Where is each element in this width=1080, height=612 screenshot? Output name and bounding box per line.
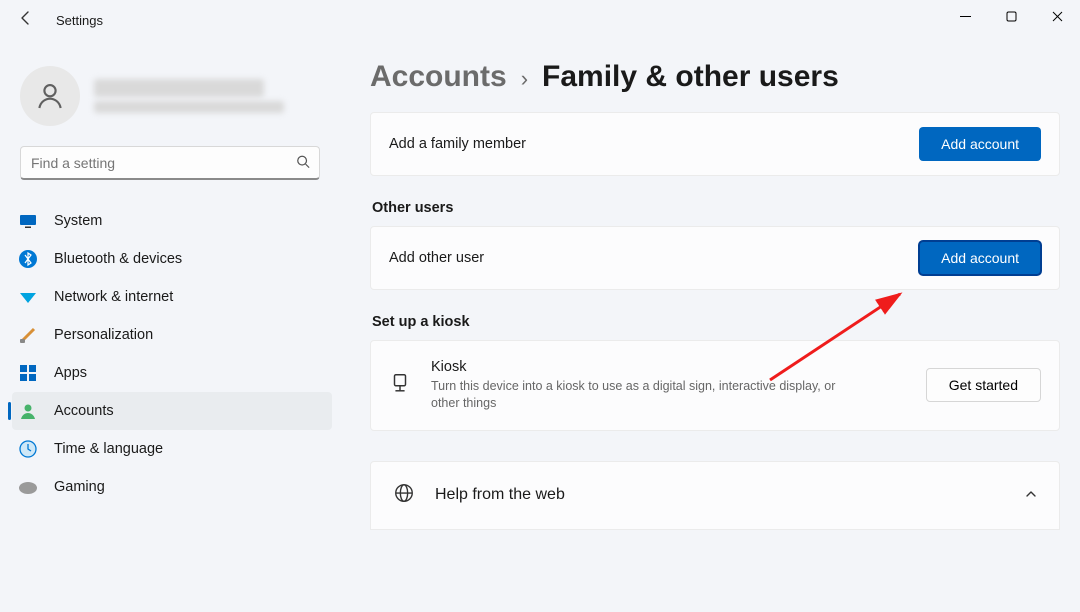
search-input[interactable] (20, 146, 320, 180)
globe-icon (393, 482, 415, 509)
nav-item-network[interactable]: Network & internet (12, 278, 332, 316)
nav-label: Accounts (54, 403, 114, 419)
profile-name-redacted (94, 79, 264, 97)
close-button[interactable] (1034, 0, 1080, 32)
page-title: Family & other users (542, 60, 839, 94)
nav-item-personalization[interactable]: Personalization (12, 316, 332, 354)
window-controls (942, 0, 1080, 32)
chevron-up-icon (1025, 488, 1037, 503)
nav-item-system[interactable]: System (12, 202, 332, 240)
breadcrumb: Accounts › Family & other users (370, 60, 1060, 112)
kiosk-heading: Set up a kiosk (372, 314, 1060, 330)
wifi-icon (18, 287, 38, 307)
bluetooth-icon (18, 249, 38, 269)
user-icon (34, 80, 66, 112)
profile-text (94, 79, 284, 113)
breadcrumb-parent[interactable]: Accounts (370, 60, 507, 94)
add-family-card: Add a family member Add account (370, 112, 1060, 176)
maximize-button[interactable] (988, 0, 1034, 32)
kiosk-card: Kiosk Turn this device into a kiosk to u… (370, 340, 1060, 431)
brush-icon (18, 325, 38, 345)
profile-email-redacted (94, 101, 284, 113)
nav-label: System (54, 213, 102, 229)
nav-item-time[interactable]: Time & language (12, 430, 332, 468)
search-icon (296, 155, 310, 172)
kiosk-card-subtitle: Turn this device into a kiosk to use as … (431, 378, 851, 412)
back-button[interactable] (6, 10, 46, 31)
nav-item-bluetooth[interactable]: Bluetooth & devices (12, 240, 332, 278)
profile-block[interactable] (0, 60, 340, 146)
clock-icon (18, 439, 38, 459)
main-content: Accounts › Family & other users Add a fa… (370, 60, 1060, 612)
avatar (20, 66, 80, 126)
nav-item-gaming[interactable]: Gaming (12, 468, 332, 506)
accounts-icon (18, 401, 38, 421)
add-other-user-label: Add other user (389, 250, 484, 266)
nav-label: Time & language (54, 441, 163, 457)
nav-label: Personalization (54, 327, 153, 343)
nav-label: Bluetooth & devices (54, 251, 182, 267)
apps-icon (18, 363, 38, 383)
minimize-button[interactable] (942, 0, 988, 32)
titlebar: Settings (0, 0, 1080, 40)
search-box[interactable] (20, 146, 320, 180)
chevron-right-icon: › (521, 66, 528, 92)
nav-list: System Bluetooth & devices Network & int… (0, 194, 340, 506)
help-label: Help from the web (435, 486, 565, 504)
add-family-account-button[interactable]: Add account (919, 127, 1041, 161)
add-family-label: Add a family member (389, 136, 526, 152)
nav-label: Gaming (54, 479, 105, 495)
nav-label: Apps (54, 365, 87, 381)
nav-item-apps[interactable]: Apps (12, 354, 332, 392)
add-other-account-button[interactable]: Add account (919, 241, 1041, 275)
add-other-user-card: Add other user Add account (370, 226, 1060, 290)
other-users-heading: Other users (372, 200, 1060, 216)
sidebar: System Bluetooth & devices Network & int… (0, 60, 340, 612)
nav-label: Network & internet (54, 289, 173, 305)
gamepad-icon (18, 477, 38, 497)
window-title: Settings (56, 13, 103, 28)
kiosk-icon (389, 372, 411, 399)
system-icon (18, 211, 38, 231)
kiosk-card-title: Kiosk (431, 359, 906, 375)
nav-item-accounts[interactable]: Accounts (12, 392, 332, 430)
help-card[interactable]: Help from the web (370, 461, 1060, 530)
kiosk-get-started-button[interactable]: Get started (926, 368, 1041, 402)
